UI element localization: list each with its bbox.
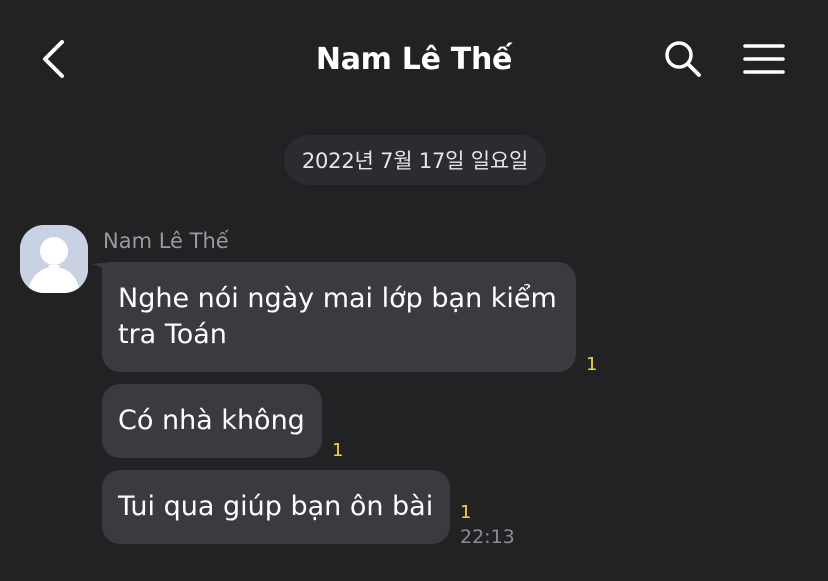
message-bubble[interactable]: Tui qua giúp bạn ôn bài xyxy=(102,470,450,544)
message-bubble[interactable]: Nghe nói ngày mai lớp bạn kiểm tra Toán xyxy=(102,262,576,372)
date-divider: 2022년 7월 17일 일요일 xyxy=(284,135,546,185)
sender-name: Nam Lê Thế xyxy=(103,229,229,253)
back-button[interactable] xyxy=(30,36,76,82)
unread-count: 1 xyxy=(586,354,598,375)
message-bubble[interactable]: Có nhà không xyxy=(102,384,322,458)
chat-screen: Nam Lê Thế 2022년 7월 17일 일요일 Nam Lê Thế N… xyxy=(0,0,828,581)
menu-button[interactable] xyxy=(740,36,788,82)
avatar[interactable] xyxy=(20,225,88,293)
hamburger-menu-icon xyxy=(743,44,785,74)
unread-count: 1 xyxy=(460,502,472,523)
message-timestamp: 22:13 xyxy=(460,526,515,548)
unread-count: 1 xyxy=(332,440,344,461)
chevron-left-icon xyxy=(43,40,64,78)
search-button[interactable] xyxy=(660,36,706,82)
default-user-avatar-icon xyxy=(20,225,88,293)
search-icon xyxy=(665,41,701,77)
